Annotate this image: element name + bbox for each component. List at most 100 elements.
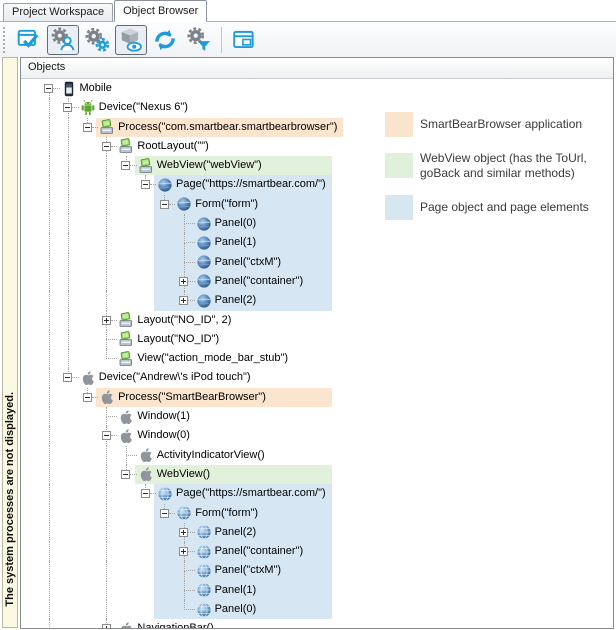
gears-user-button[interactable] xyxy=(47,25,79,55)
tree-node[interactable]: ActivityIndicatorView() xyxy=(21,446,613,465)
tree-connector xyxy=(49,523,50,542)
expand-icon[interactable] xyxy=(179,277,188,286)
collapse-icon[interactable] xyxy=(141,489,150,498)
web-page-icon xyxy=(196,254,212,270)
tree-node-label: Mobile xyxy=(80,79,112,98)
tree-node[interactable]: Panel(1) xyxy=(21,233,613,252)
tree-node[interactable]: Window(1) xyxy=(21,407,613,426)
legend-text: WebView object (has the ToUrl, xyxy=(420,151,587,166)
expand-icon[interactable] xyxy=(179,528,188,537)
tree-node[interactable]: Panel("ctxM") xyxy=(21,561,613,580)
toolbar xyxy=(0,22,616,57)
panels-button[interactable] xyxy=(228,25,260,55)
tree-connector xyxy=(130,165,137,166)
gear-filter-icon xyxy=(186,27,212,53)
tree-node-label: Page("https://smartbear.com/") xyxy=(176,484,326,503)
tree-connector xyxy=(184,590,185,600)
tab-project-workspace[interactable]: Project Workspace xyxy=(3,3,113,21)
refresh-icon xyxy=(152,27,178,53)
tree-node[interactable]: WebView() xyxy=(21,465,613,484)
expand-icon[interactable] xyxy=(179,296,188,305)
tree-node[interactable]: Panel(1) xyxy=(21,581,613,600)
cube-eye-button[interactable] xyxy=(115,25,147,55)
collapse-icon[interactable] xyxy=(121,161,130,170)
tree-connector xyxy=(49,272,50,291)
tree-node[interactable]: Device("Andrew\'s iPod touch") xyxy=(21,368,613,387)
tree-node[interactable]: Panel(2) xyxy=(21,523,613,542)
web-page-icon xyxy=(176,196,192,212)
tree-connector xyxy=(92,397,99,398)
gear-filter-button[interactable] xyxy=(183,25,215,55)
gears-button[interactable] xyxy=(81,25,113,55)
collapse-icon[interactable] xyxy=(160,200,169,209)
android-icon xyxy=(80,100,96,116)
tree-connector xyxy=(49,118,50,137)
tree-connector xyxy=(49,407,50,426)
tree-node[interactable]: Panel(2) xyxy=(21,291,613,310)
legend-item-application: SmartBearBrowser application xyxy=(385,112,582,137)
tree-node[interactable]: Layout("NO_ID", 2) xyxy=(21,311,613,330)
cube-eye-icon xyxy=(118,27,144,53)
collapse-icon[interactable] xyxy=(63,373,72,382)
tree-node[interactable]: Panel(0) xyxy=(21,600,613,619)
collapse-icon[interactable] xyxy=(83,123,92,132)
tree-connector xyxy=(106,417,107,427)
collapse-icon[interactable] xyxy=(102,142,111,151)
tree-node[interactable]: Mobile xyxy=(21,79,613,98)
legend-text: Page object and page elements xyxy=(420,200,589,215)
tree-connector xyxy=(49,600,50,619)
apple-icon xyxy=(99,389,115,405)
tree-node-label: Layout("NO_ID", 2) xyxy=(137,311,231,330)
tree-node-label: Panel("container") xyxy=(215,542,304,561)
tree-connector xyxy=(106,600,107,619)
tree-node-label: Device("Nexus 6") xyxy=(99,98,188,117)
tree-node[interactable]: Panel("ctxM") xyxy=(21,253,613,272)
tree-connector xyxy=(106,156,107,175)
tree-node[interactable]: Form("form") xyxy=(21,504,613,523)
collapse-icon[interactable] xyxy=(83,393,92,402)
collapse-icon[interactable] xyxy=(141,180,150,189)
collapse-icon[interactable] xyxy=(160,509,169,518)
tree-node[interactable]: Panel("container") xyxy=(21,272,613,291)
collapse-icon[interactable] xyxy=(63,103,72,112)
tree-connector xyxy=(150,493,157,494)
expand-icon[interactable] xyxy=(102,624,111,629)
tree-connector xyxy=(106,291,107,310)
tree-node[interactable]: Page("https://smartbear.com/") xyxy=(21,484,613,503)
tree-connector xyxy=(188,551,195,552)
tree-node-label: Form("form") xyxy=(195,195,258,214)
tab-object-browser[interactable]: Object Browser xyxy=(114,0,207,22)
tree-connector xyxy=(106,465,107,484)
tree-connector xyxy=(184,590,195,591)
tree-connector xyxy=(49,98,50,117)
expand-icon[interactable] xyxy=(179,547,188,556)
tree-connector xyxy=(111,320,118,321)
tree-node-label: Device("Andrew\'s iPod touch") xyxy=(99,368,251,387)
tree-node[interactable]: Process("SmartBearBrowser") xyxy=(21,388,613,407)
tree-connector xyxy=(49,175,50,194)
toolbar-grip-icon[interactable] xyxy=(3,27,8,53)
ios-page-icon xyxy=(176,505,192,521)
tree-node[interactable]: View("action_mode_bar_stub") xyxy=(21,349,613,368)
refresh-button[interactable] xyxy=(149,25,181,55)
tree-node-label: Window(1) xyxy=(137,407,190,426)
tree-connector xyxy=(106,581,107,600)
expand-icon[interactable] xyxy=(102,316,111,325)
tree-connector xyxy=(49,465,50,484)
tree-node[interactable]: Layout("NO_ID") xyxy=(21,330,613,349)
collapse-icon[interactable] xyxy=(44,84,53,93)
tree-connector xyxy=(68,291,69,310)
tree-connector xyxy=(68,156,69,175)
collapse-icon[interactable] xyxy=(121,470,130,479)
tree-connector xyxy=(184,243,185,253)
tree-connector xyxy=(49,349,50,368)
tree-node[interactable]: Panel("container") xyxy=(21,542,613,561)
web-page-icon xyxy=(196,293,212,309)
collapse-icon[interactable] xyxy=(102,431,111,440)
tree-connector xyxy=(106,561,107,580)
tree-node[interactable]: Window(0) xyxy=(21,426,613,445)
web-page-icon xyxy=(196,216,212,232)
window-check-button[interactable] xyxy=(13,25,45,55)
tree-node-label: RootLayout("") xyxy=(137,137,208,156)
tree-node[interactable]: NavigationBar() xyxy=(21,619,613,629)
